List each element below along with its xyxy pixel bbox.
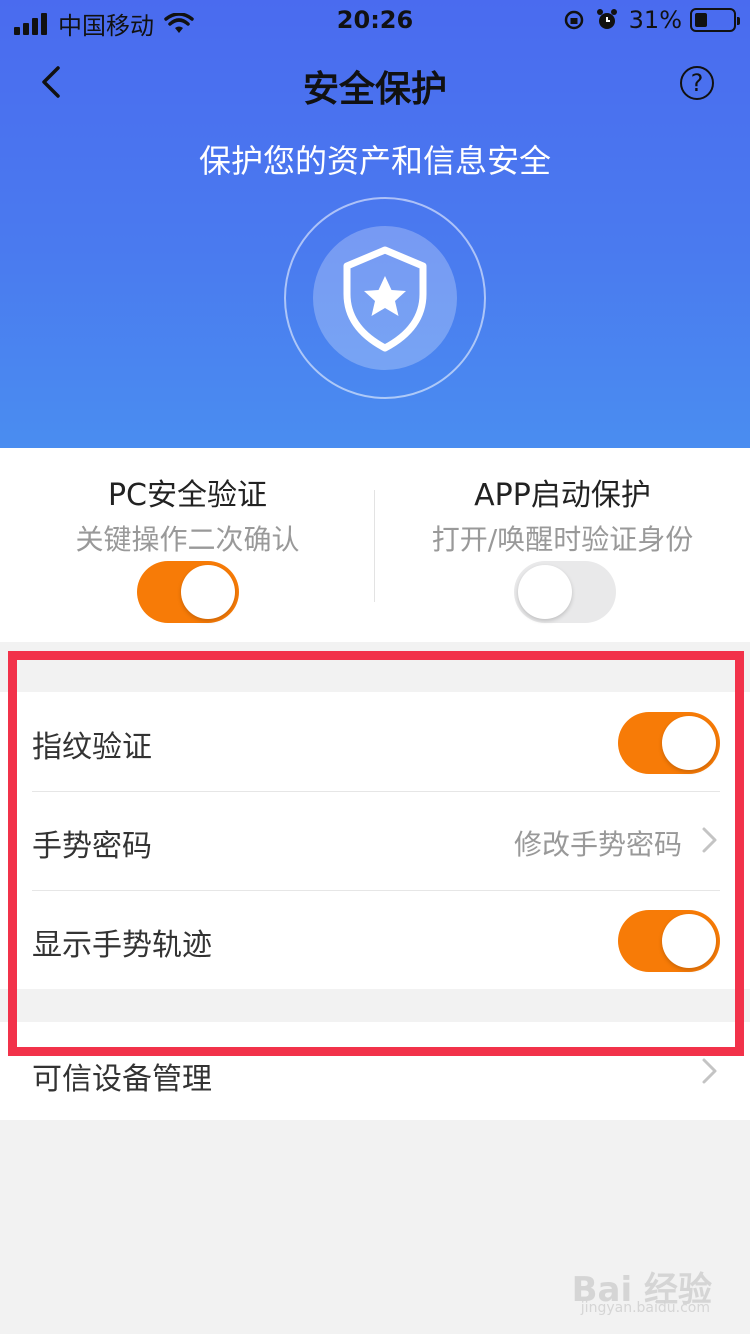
trusted-devices-label: 可信设备管理 xyxy=(32,1062,212,1097)
hero-header: 中国移动 20:26 31% 安全保护 ? 保护您的资产和信息安全 xyxy=(0,0,750,448)
status-bar: 中国移动 20:26 31% xyxy=(0,0,750,40)
app-launch-title: APP启动保护 xyxy=(474,478,651,513)
app-launch-subtitle: 打开/唤醒时验证身份 xyxy=(431,523,694,556)
page-title: 安全保护 xyxy=(302,69,447,110)
pc-verification-toggle[interactable] xyxy=(137,561,239,623)
rotation-lock-icon xyxy=(564,10,583,30)
quick-toggle-panel: PC安全验证 关键操作二次确认 APP启动保护 打开/唤醒时验证身份 xyxy=(0,448,750,642)
pc-verification-title: PC安全验证 xyxy=(107,478,268,513)
pc-verification-subtitle: 关键操作二次确认 xyxy=(75,523,300,556)
highlight-annotation xyxy=(8,651,744,1056)
watermark-url: jingyan.baidu.com xyxy=(580,1300,710,1316)
battery-icon xyxy=(690,8,740,32)
battery-percent: 31% xyxy=(628,6,682,34)
help-icon[interactable]: ? xyxy=(680,66,714,100)
app-launch-toggle[interactable] xyxy=(514,561,616,623)
app-launch-card: APP启动保护 打开/唤醒时验证身份 xyxy=(375,448,750,642)
shield-star-icon xyxy=(343,246,427,352)
alarm-icon xyxy=(596,9,617,29)
pc-verification-card: PC安全验证 关键操作二次确认 xyxy=(0,448,375,642)
chevron-right-icon xyxy=(702,1058,717,1084)
hero-subtitle: 保护您的资产和信息安全 xyxy=(198,142,551,180)
